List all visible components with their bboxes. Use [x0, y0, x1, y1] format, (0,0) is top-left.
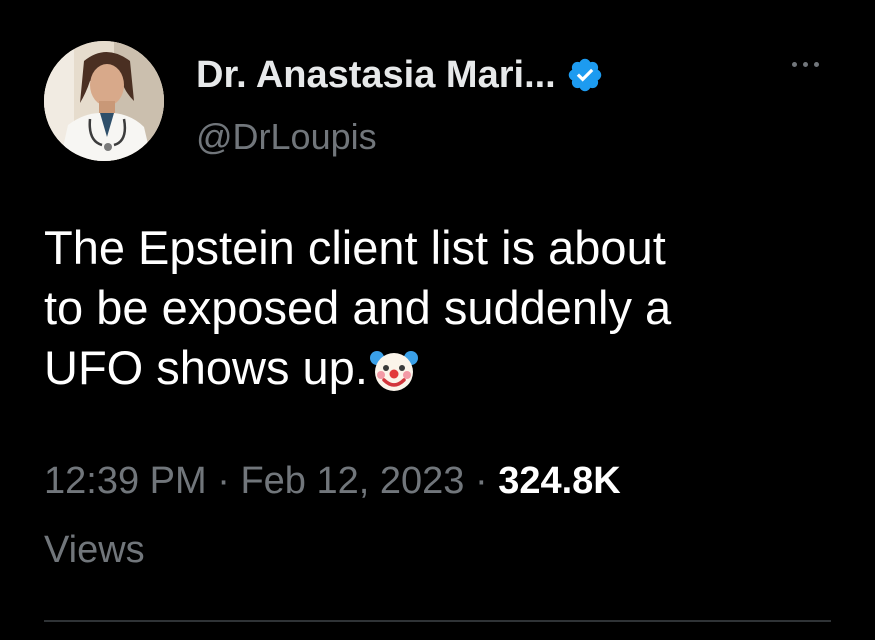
more-dot [813, 61, 819, 67]
more-dot [802, 61, 808, 67]
profile-photo-icon [44, 41, 164, 161]
views-count: 324.8K [498, 460, 621, 502]
tweet-text-line: to be exposed and suddenly a [44, 281, 672, 334]
clown-face-icon [368, 344, 420, 396]
author-display-name[interactable]: Dr. Anastasia Mari... [196, 54, 556, 97]
tweet-time[interactable]: 12:39 PM [44, 460, 207, 502]
more-dot [791, 61, 797, 67]
avatar[interactable] [44, 41, 164, 161]
tweet-date[interactable]: Feb 12, 2023 [240, 460, 464, 502]
tweet-text-line: UFO shows up. [44, 341, 368, 394]
author-name-row[interactable]: Dr. Anastasia Mari... [196, 52, 604, 98]
meta-separator: · [474, 460, 488, 502]
tweet-meta: 12:39 PM · Feb 12, 2023 · 324.8K [44, 458, 621, 504]
tweet: Dr. Anastasia Mari... @DrLoupis The Epst… [0, 0, 875, 640]
views-label: Views [44, 529, 145, 571]
author-handle[interactable]: @DrLoupis [196, 116, 377, 158]
tweet-text: The Epstein client list is about to be e… [44, 218, 844, 398]
tweet-text-line-last: UFO shows up. [44, 338, 844, 398]
more-options-icon[interactable] [780, 52, 830, 76]
verified-badge-icon [566, 56, 604, 94]
meta-separator: · [217, 460, 230, 502]
divider [44, 620, 831, 622]
tweet-text-line: The Epstein client list is about [44, 221, 666, 274]
